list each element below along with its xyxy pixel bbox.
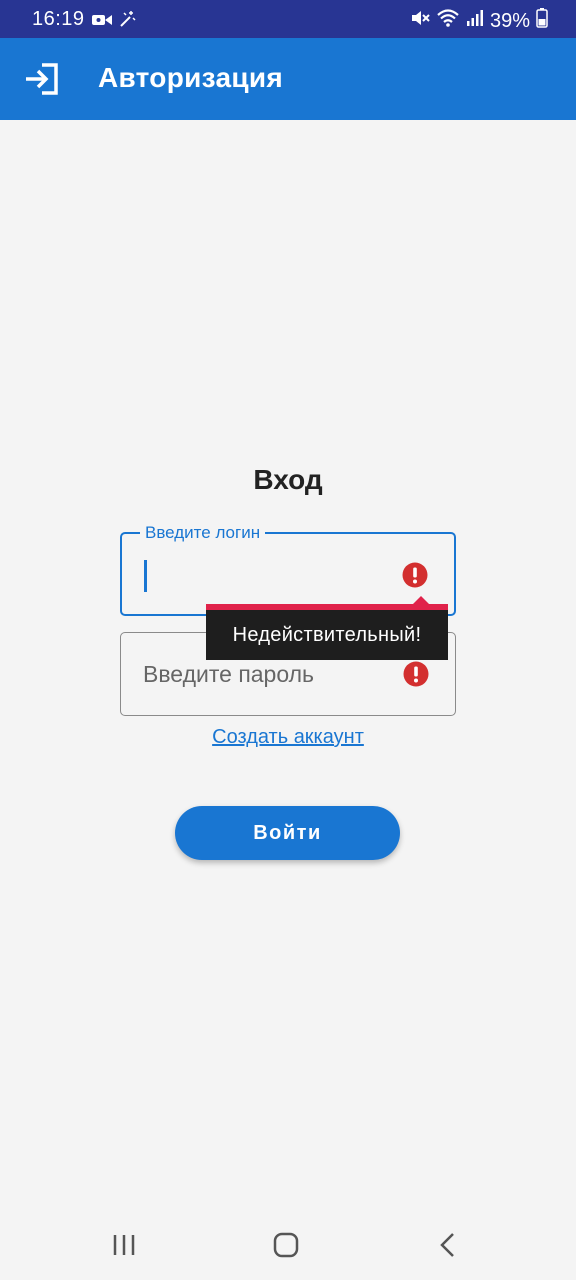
magic-wand-icon <box>118 10 136 34</box>
status-bar: 16:19 39% <box>0 0 576 38</box>
status-system-icons: 39% <box>410 8 548 34</box>
app-bar: Авторизация <box>0 38 576 120</box>
error-message: Недействительный! <box>232 624 422 646</box>
battery-icon <box>536 8 548 34</box>
page-title: Авторизация <box>98 62 284 93</box>
error-tooltip: Недействительный! <box>206 596 448 660</box>
battery-percentage: 39% <box>489 9 530 32</box>
create-account-link[interactable]: Создать аккаунт <box>0 726 576 749</box>
error-icon <box>403 661 429 687</box>
recents-icon[interactable] <box>104 1228 144 1262</box>
wifi-icon <box>436 8 460 34</box>
error-icon <box>402 562 428 588</box>
signal-icon <box>466 9 484 33</box>
login-icon <box>24 62 60 96</box>
text-cursor <box>144 560 147 592</box>
login-button[interactable]: Войти <box>175 806 400 860</box>
status-time: 16:19 <box>32 8 85 30</box>
login-field-label: Введите логин <box>140 523 266 543</box>
back-icon[interactable] <box>428 1228 468 1262</box>
login-heading: Вход <box>253 464 323 495</box>
tooltip-arrow <box>412 596 430 605</box>
home-icon[interactable] <box>266 1228 306 1262</box>
mute-icon <box>410 9 430 33</box>
video-camera-icon <box>92 11 112 34</box>
status-notification-icons <box>92 10 136 34</box>
navigation-bar <box>0 1210 576 1280</box>
